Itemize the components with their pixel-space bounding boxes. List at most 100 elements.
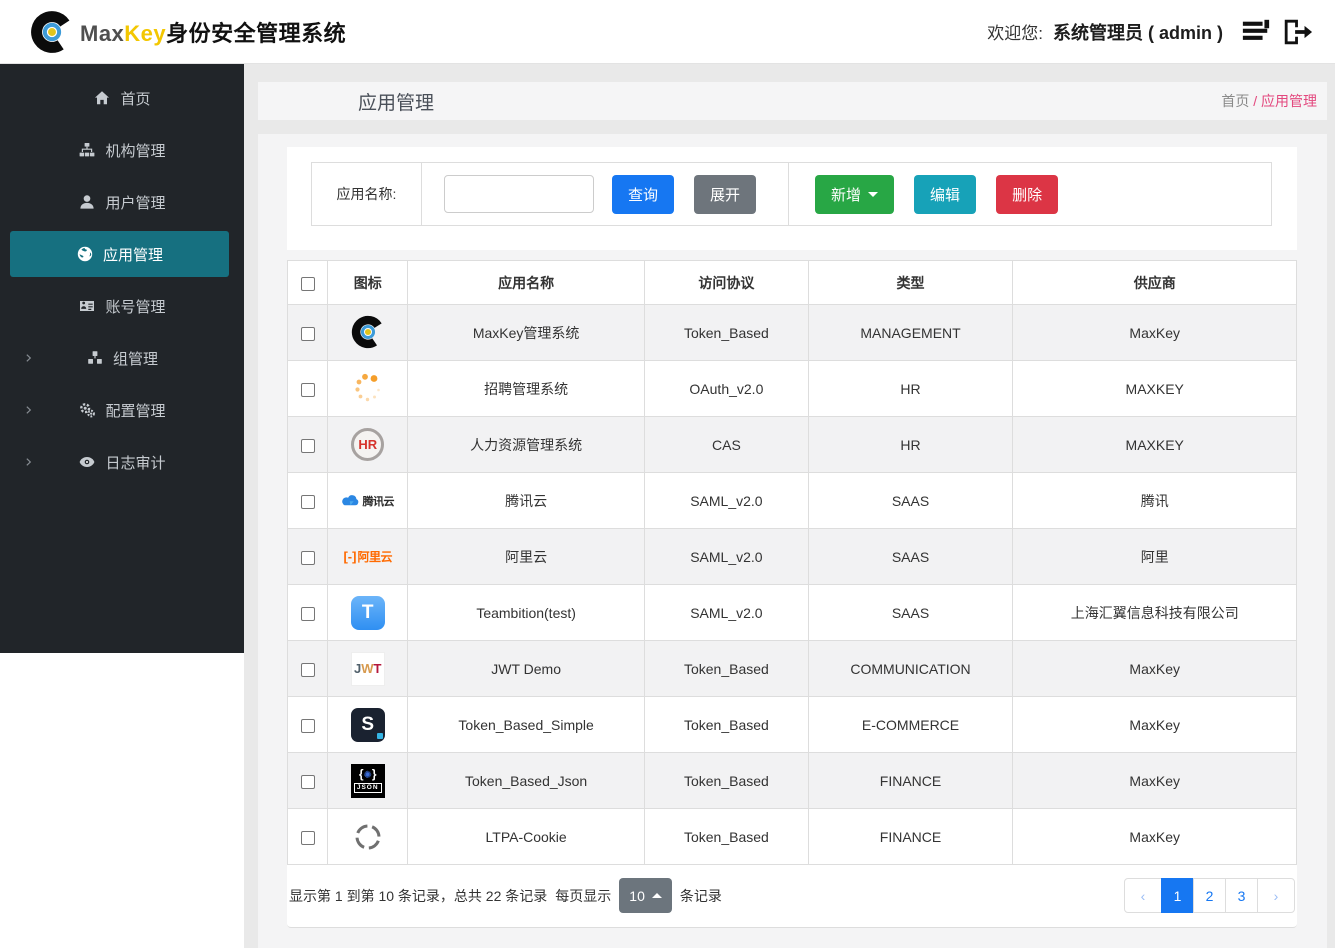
row-checkbox[interactable]: [300, 382, 315, 397]
table-row[interactable]: 招聘管理系统 OAuth_v2.0 HR MAXKEY: [286, 360, 1297, 417]
sidebar-item-label: 机构管理: [105, 142, 166, 160]
row-checkbox[interactable]: [300, 718, 315, 733]
json-icon: {✺} JSON: [350, 763, 385, 799]
app-icon-cell: [327, 360, 409, 417]
prev-page-button[interactable]: ‹: [1124, 878, 1162, 913]
page-button-2[interactable]: 2: [1193, 878, 1226, 913]
table-row[interactable]: HR 人力资源管理系统 CAS HR MAXKEY: [286, 416, 1297, 473]
row-select-cell: [286, 584, 329, 641]
protocol-cell: Token_Based: [644, 304, 809, 361]
sidebar-item-label: 用户管理: [105, 194, 166, 212]
type-cell: SAAS: [807, 528, 1014, 585]
row-checkbox[interactable]: [300, 774, 315, 789]
sidebar-item-apps[interactable]: 应用管理: [10, 231, 229, 277]
page-header: 应用管理 首页 / 应用管理: [258, 82, 1327, 120]
select-all-checkbox[interactable]: [300, 276, 315, 291]
row-checkbox[interactable]: [300, 606, 315, 621]
app-icon-cell: HR: [327, 416, 409, 473]
table-row[interactable]: T Teambition(test) SAML_v2.0 SAAS 上海汇翼信息科技有限…: [286, 584, 1297, 641]
maxkey-logo-icon: [30, 10, 74, 54]
list-icon[interactable]: [1241, 17, 1271, 47]
row-checkbox[interactable]: [300, 662, 315, 677]
edit-button[interactable]: 编辑: [914, 174, 977, 214]
logout-icon[interactable]: [1281, 17, 1313, 47]
breadcrumb-home-link[interactable]: 首页: [1221, 93, 1249, 109]
add-button[interactable]: 新增: [815, 174, 895, 214]
brand: MaxKey身份安全管理系统: [30, 10, 346, 54]
chevron-right-icon: [24, 353, 35, 364]
vendor-cell: MAXKEY: [1012, 360, 1297, 417]
vendor-cell: MaxKey: [1012, 304, 1297, 361]
main-content: 应用管理 首页 / 应用管理 应用名称: 查询 展开 新增 编辑 删除 图标 应…: [244, 64, 1335, 948]
sidebar-item-users[interactable]: 用户管理: [0, 176, 244, 228]
sidebar-item-label: 首页: [120, 90, 151, 108]
table-row[interactable]: LTPA-Cookie Token_Based FINANCE MaxKey: [286, 808, 1297, 865]
app-icon-cell: [-] 阿里云: [327, 528, 409, 585]
sidebar-item-config[interactable]: 配置管理: [0, 384, 244, 436]
app-name-cell: 阿里云: [407, 528, 646, 585]
search-form: 应用名称: 查询 展开 新增 编辑 删除: [311, 162, 1272, 226]
page-button-1[interactable]: 1: [1161, 878, 1194, 913]
hr-logo-icon: HR: [351, 427, 385, 463]
app-name-cell: JWT Demo: [407, 640, 646, 697]
type-cell: SAAS: [807, 584, 1014, 641]
table-row[interactable]: J W T JWT Demo Token_Based COMMUNICATION MaxKe…: [286, 640, 1297, 697]
app-icon-cell: [327, 304, 409, 361]
globe-icon: [76, 246, 94, 262]
row-select-cell: [286, 472, 329, 529]
type-cell: MANAGEMENT: [807, 304, 1014, 361]
vendor-cell: MaxKey: [1012, 640, 1297, 697]
expand-button[interactable]: 展开: [694, 174, 757, 214]
row-select-cell: [286, 416, 329, 473]
spinner-dots-icon: [351, 370, 385, 406]
s-badge-icon: S: [350, 707, 385, 743]
row-checkbox[interactable]: [300, 830, 315, 845]
page-size-dropdown[interactable]: 10: [619, 878, 672, 913]
query-button[interactable]: 查询: [612, 174, 675, 214]
row-checkbox[interactable]: [300, 326, 315, 341]
brand-title: MaxKey身份安全管理系统: [80, 20, 347, 46]
table-row[interactable]: S Token_Based_Simple Token_Based E-COMMERCE…: [286, 696, 1297, 753]
sidebar-item-logs[interactable]: 日志审计: [0, 436, 244, 488]
maxkey-logo-icon: [351, 314, 385, 350]
table-row[interactable]: 腾讯云 腾讯云 SAML_v2.0 SAAS 腾讯: [286, 472, 1297, 529]
eye-icon: [78, 454, 96, 470]
sidebar-item-label: 应用管理: [102, 246, 163, 264]
row-checkbox[interactable]: [300, 438, 315, 453]
delete-button[interactable]: 删除: [996, 174, 1059, 214]
table-row[interactable]: {✺} JSON Token_Based_Json Token_Based FINANC…: [286, 752, 1297, 809]
breadcrumb-current: 应用管理: [1261, 93, 1317, 109]
aliyun-icon: [-] 阿里云: [343, 549, 392, 564]
sidebar-item-home[interactable]: 首页: [0, 72, 244, 124]
protocol-cell: Token_Based: [644, 752, 809, 809]
search-form-card: 应用名称: 查询 展开 新增 编辑 删除: [287, 147, 1297, 250]
content-panel: 应用名称: 查询 展开 新增 编辑 删除 图标 应用名称 访问协议 类型 供应商…: [258, 134, 1327, 948]
vendor-cell: 阿里: [1012, 528, 1297, 585]
ltpa-circle-icon: [351, 819, 385, 855]
apps-table: 图标 应用名称 访问协议 类型 供应商 MaxKey管理系统 Token_Based MAN…: [286, 260, 1297, 865]
type-cell: HR: [807, 360, 1014, 417]
type-cell: E-COMMERCE: [807, 696, 1014, 753]
vendor-cell: MAXKEY: [1012, 416, 1297, 473]
sidebar-item-org[interactable]: 机构管理: [0, 124, 244, 176]
vendor-cell: MaxKey: [1012, 696, 1297, 753]
row-checkbox[interactable]: [300, 550, 315, 565]
sidebar-item-label: 日志审计: [105, 454, 166, 472]
app-name-input[interactable]: [444, 175, 594, 213]
row-select-cell: [286, 304, 329, 361]
sidebar-item-accounts[interactable]: 账号管理: [0, 280, 244, 332]
page-button-3[interactable]: 3: [1225, 878, 1258, 913]
table-header-row: 图标 应用名称 访问协议 类型 供应商: [286, 260, 1297, 305]
id-card-icon: [78, 298, 96, 314]
app-name-cell: MaxKey管理系统: [407, 304, 646, 361]
page-title: 应用管理: [358, 92, 435, 114]
caret-up-icon: [651, 893, 662, 898]
vendor-cell: MaxKey: [1012, 752, 1297, 809]
page-buttons: ‹ 1 2 3 ›: [1124, 878, 1295, 913]
app-name-cell: 腾讯云: [407, 472, 646, 529]
row-checkbox[interactable]: [300, 494, 315, 509]
table-row[interactable]: [-] 阿里云 阿里云 SAML_v2.0 SAAS 阿里: [286, 528, 1297, 585]
next-page-button[interactable]: ›: [1257, 878, 1295, 913]
sidebar-item-groups[interactable]: 组管理: [0, 332, 244, 384]
table-row[interactable]: MaxKey管理系统 Token_Based MANAGEMENT MaxKey: [286, 304, 1297, 361]
